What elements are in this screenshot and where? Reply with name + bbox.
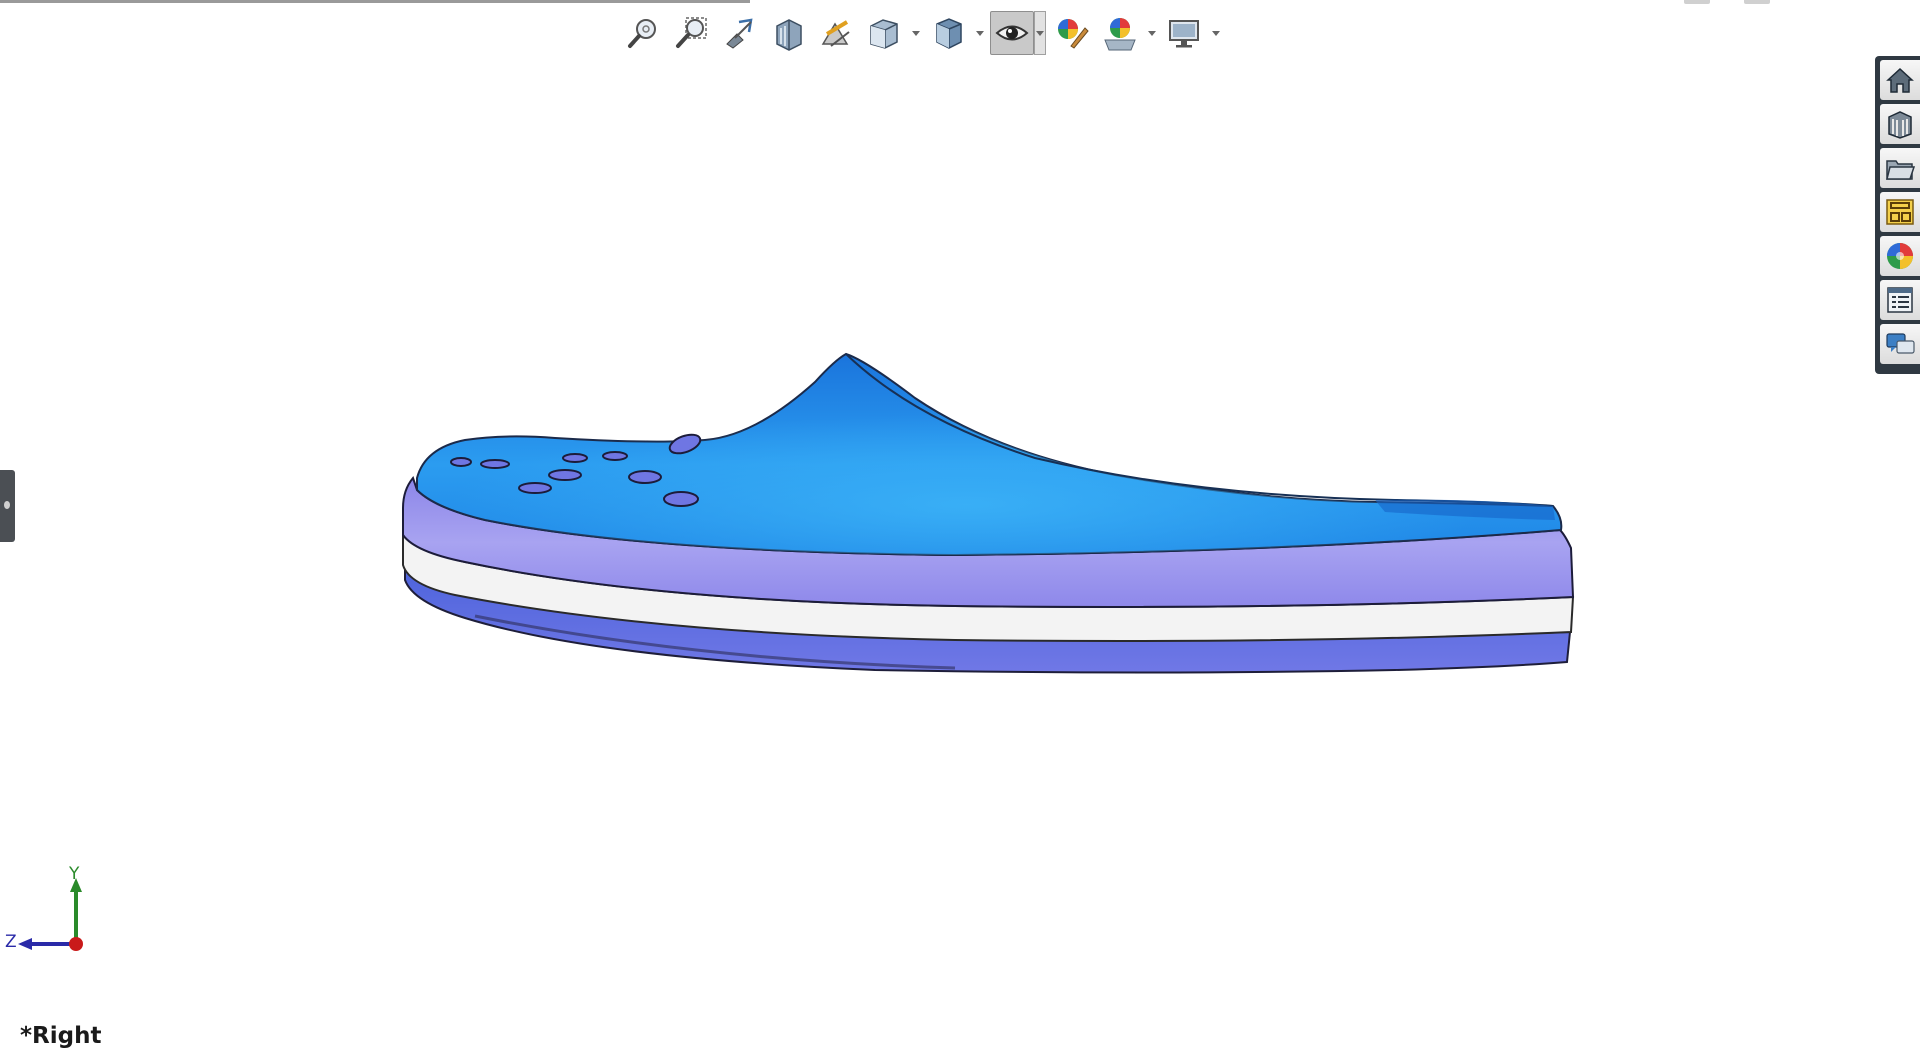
apply-scene-dropdown[interactable]: [1146, 11, 1158, 55]
feature-manager-collapse-handle[interactable]: [0, 470, 15, 542]
design-library-icon[interactable]: [1880, 104, 1920, 144]
hide-show-items-icon[interactable]: [990, 11, 1034, 55]
section-view-icon[interactable]: [766, 11, 810, 55]
custom-properties-icon[interactable]: [1880, 280, 1920, 320]
solidworks-resources-icon[interactable]: [1880, 60, 1920, 100]
window-border: [0, 0, 750, 3]
graphics-area[interactable]: Y Z *Right: [0, 0, 1920, 1051]
restore-mark[interactable]: [1744, 0, 1770, 4]
zoom-to-area-icon[interactable]: [670, 11, 714, 55]
view-palette-icon[interactable]: [1880, 192, 1920, 232]
hide-show-items-dropdown[interactable]: [1034, 11, 1046, 55]
view-settings-dropdown[interactable]: [1210, 11, 1222, 55]
appearances-scenes-decals-icon[interactable]: [1880, 236, 1920, 276]
minimize-mark[interactable]: [1684, 0, 1710, 4]
display-style-icon[interactable]: [926, 11, 970, 55]
heads-up-view-toolbar: [622, 8, 1222, 58]
view-settings-icon[interactable]: [1162, 11, 1206, 55]
triad-y-label: Y: [69, 864, 80, 884]
display-style-dropdown[interactable]: [974, 11, 986, 55]
edit-appearance-icon[interactable]: [1050, 11, 1094, 55]
forum-icon[interactable]: [1880, 324, 1920, 364]
dynamic-annotation-views-icon[interactable]: [814, 11, 858, 55]
view-orientation-label: *Right: [20, 1023, 102, 1049]
shoe-model[interactable]: [395, 340, 1605, 690]
previous-view-icon[interactable]: [718, 11, 762, 55]
zoom-to-fit-icon[interactable]: [622, 11, 666, 55]
apply-scene-icon[interactable]: [1098, 11, 1142, 55]
view-orientation-icon[interactable]: [862, 11, 906, 55]
task-pane-tabs: [1875, 56, 1920, 374]
window-controls: [1684, 0, 1770, 4]
reference-triad: Y Z: [0, 862, 100, 952]
file-explorer-icon[interactable]: [1880, 148, 1920, 188]
triad-z-label: Z: [5, 932, 17, 952]
view-orientation-dropdown[interactable]: [910, 11, 922, 55]
